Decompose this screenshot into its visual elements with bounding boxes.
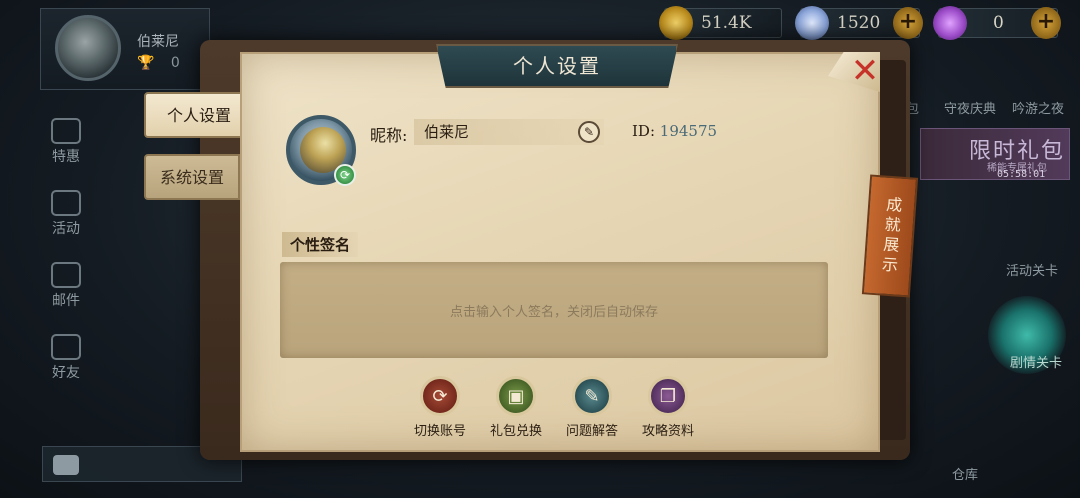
left-nav-deals[interactable]: 特惠 (36, 118, 96, 190)
player-trophy: 🏆 0 (137, 55, 180, 71)
signature-label: 个性签名 (282, 232, 359, 257)
limited-pack-banner[interactable]: 限时礼包 稀能专属礼包 05:58:01 (920, 128, 1070, 180)
left-nav-label: 特惠 (52, 149, 80, 165)
id-value: 194575 (659, 122, 718, 140)
menu-item-warehouse[interactable]: 仓库 (952, 464, 978, 483)
question-icon: ✎ (572, 376, 612, 416)
tab-system-settings[interactable]: 系统设置 (144, 154, 240, 200)
player-card[interactable]: 伯莱尼 🏆 0 (40, 8, 210, 90)
ticket-counter: 0 + (933, 6, 1061, 40)
switch-account-label: 切换账号 (413, 424, 466, 439)
player-avatar[interactable] (55, 15, 121, 81)
player-name: 伯莱尼 (137, 34, 179, 50)
left-nav-events[interactable]: 活动 (36, 190, 96, 262)
diamond-counter: 1520 + (795, 6, 923, 40)
switch-account-button[interactable]: ⟳ 切换账号 (400, 376, 480, 439)
guide-label: 攻略资料 (641, 424, 694, 439)
dialog-title: 个人设置 (436, 44, 678, 88)
mail-icon (51, 262, 81, 288)
menu-item-bard-night[interactable]: 吟游之夜 (1012, 98, 1064, 117)
add-tickets-button[interactable]: + (1031, 7, 1061, 39)
gift-redeem-label: 礼包兑换 (489, 424, 542, 439)
trophy-count: 0 (170, 55, 180, 71)
star-icon (51, 190, 81, 216)
coin-amount: 51.4K (701, 13, 752, 33)
menu-item-night-festival[interactable]: 守夜庆典 (944, 98, 996, 117)
gift-icon: ▣ (496, 376, 536, 416)
edit-nickname-icon[interactable]: ✎ (578, 121, 600, 143)
gift-redeem-button[interactable]: ▣ 礼包兑换 (476, 376, 556, 439)
menu-item-activity-stage[interactable]: 活动关卡 (1006, 260, 1058, 279)
switch-account-icon: ⟳ (420, 376, 460, 416)
guide-book-icon: ❐ (648, 376, 688, 416)
id-label: ID: (632, 122, 656, 140)
faq-label: 问题解答 (565, 424, 618, 439)
achievement-tab[interactable]: 成就展示 (861, 174, 919, 298)
ticket-icon (933, 6, 967, 40)
close-button[interactable]: ✕ (848, 54, 882, 90)
nickname-field[interactable]: 伯莱尼 (414, 119, 604, 145)
left-nav-label: 邮件 (52, 293, 80, 309)
left-nav: 特惠 活动 邮件 好友 (36, 118, 96, 406)
left-nav-label: 好友 (52, 365, 80, 381)
gift-box-icon (51, 118, 81, 144)
guide-button[interactable]: ❐ 攻略资料 (628, 376, 708, 439)
left-nav-friends[interactable]: 好友 (36, 334, 96, 406)
faq-button[interactable]: ✎ 问题解答 (552, 376, 632, 439)
chat-icon (53, 455, 79, 475)
nickname-label: 昵称: (370, 126, 408, 145)
tab-personal-settings[interactable]: 个人设置 (144, 92, 254, 138)
coin-icon (659, 6, 693, 40)
person-icon (51, 334, 81, 360)
signature-placeholder: 点击输入个人签名，关闭后自动保存 (449, 304, 658, 320)
add-diamonds-button[interactable]: + (893, 7, 923, 39)
change-avatar-icon[interactable]: ⟳ (334, 164, 356, 186)
diamond-amount: 1520 (837, 13, 881, 33)
left-nav-label: 活动 (52, 221, 80, 237)
diamond-icon (795, 6, 829, 40)
currency-bar: 51.4K 1520 + 0 + (659, 6, 1061, 40)
menu-item-story-stage[interactable]: 剧情关卡 (1010, 352, 1062, 371)
ticket-amount: 0 (993, 13, 1004, 33)
trophy-icon: 🏆 (137, 55, 155, 71)
player-id: ID: 194575 (632, 122, 717, 140)
coin-counter: 51.4K (659, 6, 782, 40)
signature-input[interactable]: 点击输入个人签名，关闭后自动保存 (280, 262, 828, 358)
limited-pack-timer: 05:58:01 (997, 169, 1046, 180)
left-nav-mail[interactable]: 邮件 (36, 262, 96, 334)
